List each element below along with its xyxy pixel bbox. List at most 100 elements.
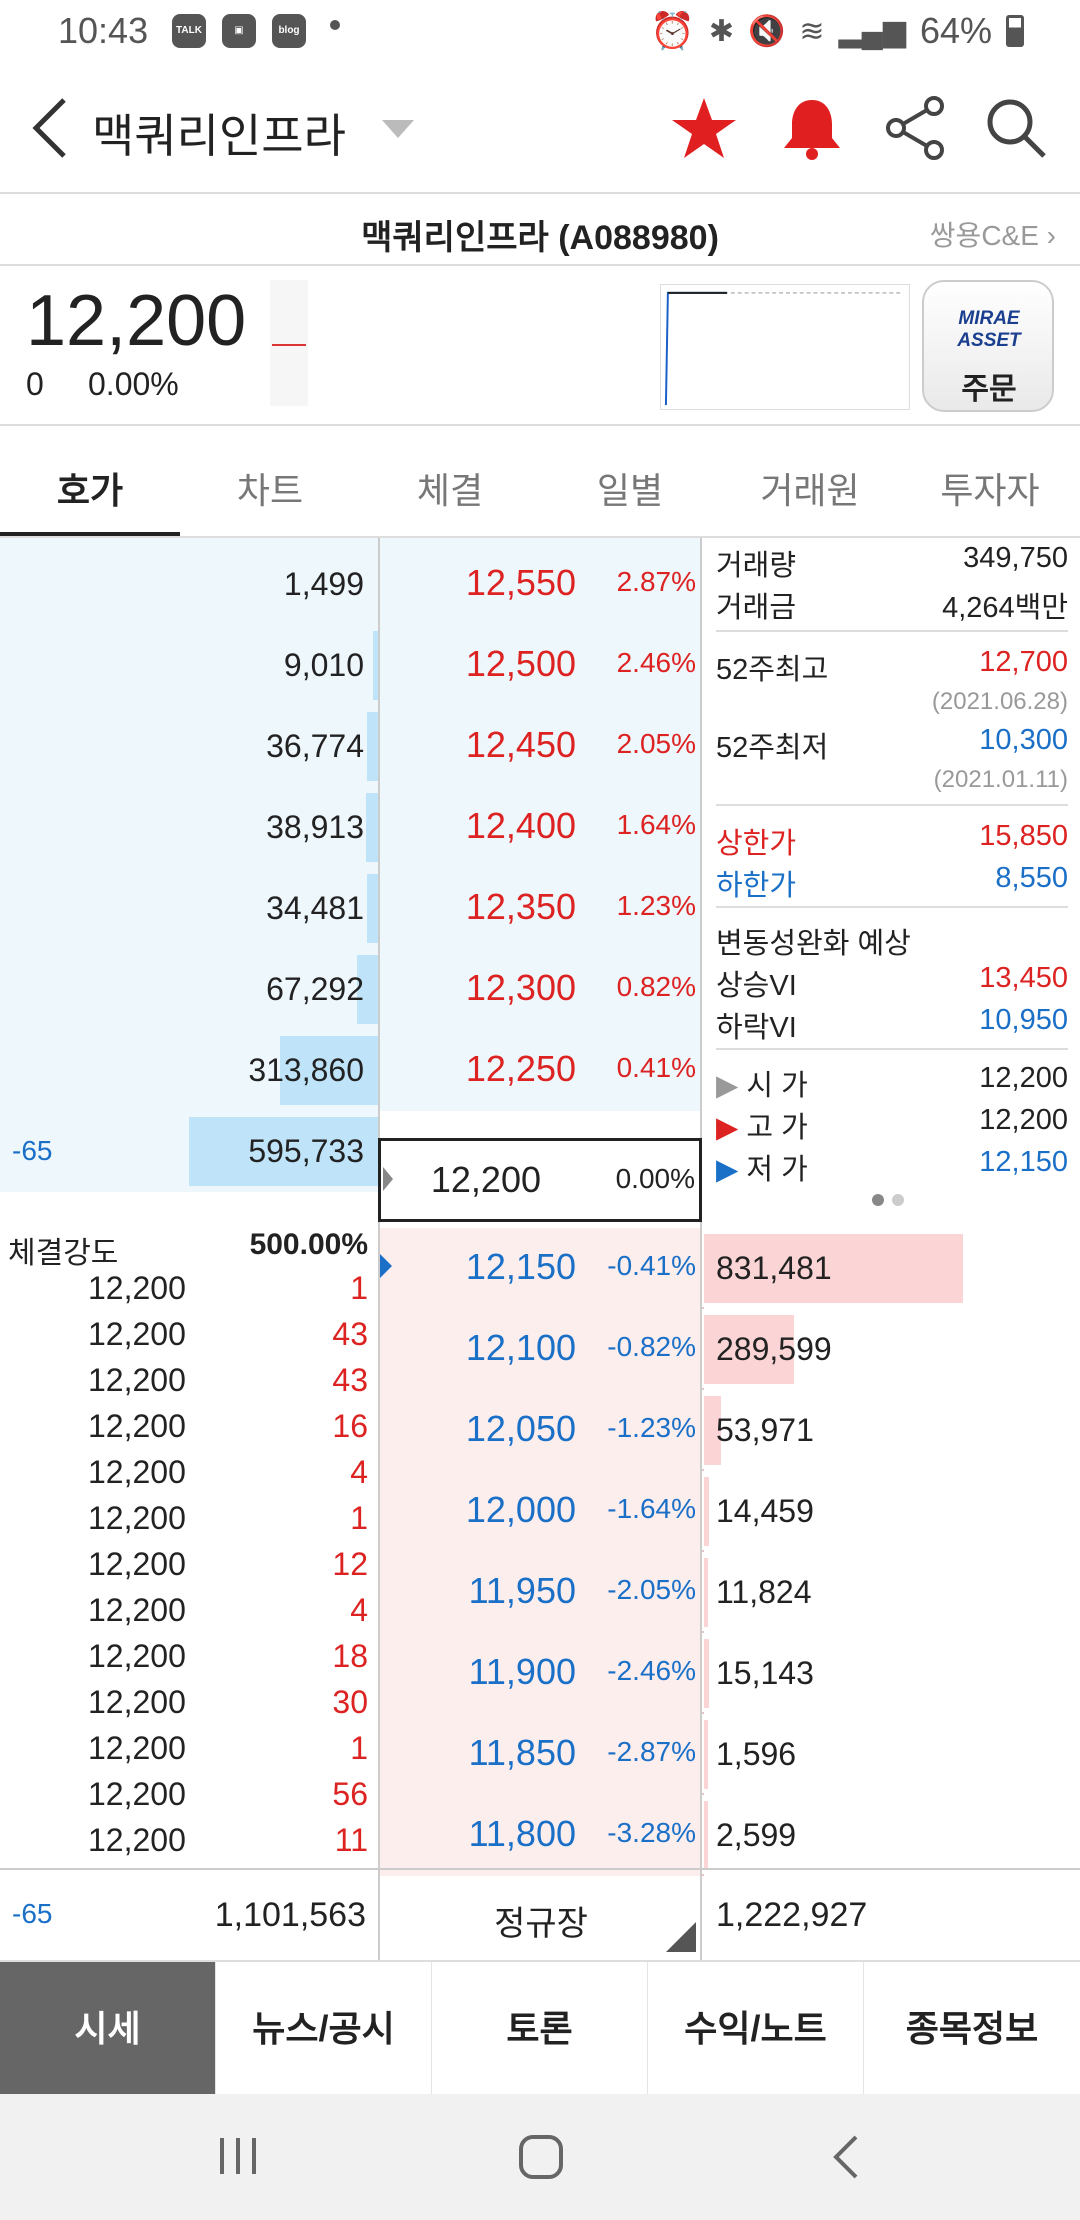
bid-qty-cell: 15,143 [704,1633,1080,1714]
execution-price: 12,200 [88,1546,186,1582]
execution-price: 12,200 [88,1684,186,1720]
bid-row[interactable]: 12,150 -0.41% 831,481 [380,1228,1080,1309]
system-navigation-bar [0,2094,1080,2220]
mini-price-bar [270,280,308,406]
execution-qty: 56 [332,1776,368,1812]
bid-price-cell: 12,100 -0.82% [380,1309,702,1390]
bid-qty-bar [704,1720,708,1789]
execution-row: 12,200 18 [0,1634,378,1680]
session-label[interactable]: 정규장 [380,1896,702,1945]
wifi-icon: ≋ [799,14,825,48]
system-back-icon[interactable] [830,2134,860,2180]
execution-qty: 11 [334,1822,368,1858]
ask-price: 12,350 [465,886,576,927]
tab-chart[interactable]: 차트 [180,462,360,514]
divider [716,630,1068,632]
bid-qty-cell: 831,481 [704,1228,1080,1309]
ask-qty-cell: 313,860 [0,1030,378,1111]
chevron-right-icon: › [1046,220,1056,251]
bid-pct: -0.41% [607,1250,696,1281]
ask-row[interactable]: 38,913 12,400 1.64% [0,787,702,868]
status-time: 10:43 [58,10,149,51]
bid-row[interactable]: 12,100 -0.82% 289,599 [380,1309,1080,1390]
home-icon[interactable] [518,2134,564,2180]
stock-info-panel: 거래량 349,750 거래금 4,264백만 52주최고 12,700 (2021.… [702,538,1080,1218]
current-row-price: 12,200 [430,1159,541,1200]
bid-price: 11,800 [468,1813,576,1854]
talk-notification-icon: TALK [172,14,206,48]
nav-discussion[interactable]: 토론 [432,1962,648,2096]
current-price-row[interactable]: 12,200 0.00% [378,1138,702,1222]
tab-hoga[interactable]: 호가 [0,462,180,514]
execution-price: 12,200 [88,1638,186,1674]
ask-price-cell: 12,450 2.05% [380,706,702,787]
ask-row[interactable]: 36,774 12,450 2.05% [0,706,702,787]
bid-row[interactable]: 11,900 -2.46% 15,143 [380,1633,1080,1714]
related-stock-link[interactable]: 쌍용C&E › [930,214,1056,254]
tab-trades[interactable]: 체결 [360,462,540,514]
tab-daily[interactable]: 일별 [540,462,720,514]
back-icon[interactable] [28,96,72,160]
mute-icon: 🔇 [748,14,786,48]
ask-row[interactable]: 34,481 12,350 1.23% [0,868,702,949]
execution-qty: 43 [332,1316,368,1352]
execution-price: 12,200 [88,1822,186,1858]
nav-quote[interactable]: 시세 [0,1962,216,2096]
lower-limit-row: 하한가 8,550 [716,862,1068,902]
bid-qty: 11,824 [716,1574,812,1610]
dropdown-caret-icon[interactable] [382,120,414,138]
nav-profit-note[interactable]: 수익/노트 [648,1962,864,2096]
nav-stock-info[interactable]: 종목정보 [864,1962,1080,2096]
share-icon[interactable] [882,94,950,162]
execution-qty: 1 [350,1730,368,1766]
order-button[interactable]: MIRAE ASSET 주문 [922,280,1054,412]
order-book[interactable]: 1,499 12,550 2.87% 9,010 12,500 2.46% 36,774 12… [0,538,1080,1960]
bid-row[interactable]: 12,050 -1.23% 53,971 [380,1390,1080,1471]
bid-qty-bar [704,1477,709,1546]
vi-up-row: 상승VI 13,450 [716,962,1068,1002]
bid-row[interactable]: 11,850 -2.87% 1,596 [380,1714,1080,1795]
bid-pct: -2.46% [607,1655,696,1686]
ask-qty: 38,913 [266,809,364,845]
session-corner-icon [666,1922,696,1952]
ask-pct: 2.46% [616,647,696,678]
stock-code-bar: 맥쿼리인프라 (A088980) 쌍용C&E › [0,196,1080,266]
bid-row[interactable]: 11,800 -3.28% 2,599 [380,1795,1080,1876]
bid-row[interactable]: 12,000 -1.64% 14,459 [380,1471,1080,1552]
active-tab-indicator [0,532,180,536]
column-divider [378,538,380,1960]
execution-qty: 4 [350,1592,368,1628]
ask-row[interactable]: 1,499 12,550 2.87% [0,544,702,625]
execution-qty: 16 [332,1408,368,1444]
recent-apps-icon[interactable] [216,2136,260,2176]
ask-row[interactable]: 67,292 12,300 0.82% [0,949,702,1030]
stock-title[interactable]: 맥쿼리인프라 [92,100,346,166]
bid-pct: -1.64% [607,1493,696,1524]
intraday-sparkline[interactable] [660,284,910,410]
amount-row: 거래금 4,264백만 [716,592,1068,624]
bid-qty-bar [704,1639,709,1708]
ask-total: 1,101,563 [214,1896,366,1934]
ask-row[interactable]: 313,860 12,250 0.41% [0,1030,702,1111]
high-row: ▶ 고 가 12,200 [716,1104,1068,1144]
ask-price-cell: 12,250 0.41% [380,1030,702,1111]
ask-qty-cell: -65 595,733 [0,1111,378,1192]
bid-qty-cell: 2,599 [704,1795,1080,1876]
bid-pct: -3.28% [607,1817,696,1848]
ask-row[interactable]: 9,010 12,500 2.46% [0,625,702,706]
ask-price: 12,450 [465,724,576,765]
ask-pct: 0.82% [616,971,696,1002]
search-icon[interactable] [982,94,1050,162]
bid-qty-cell: 1,596 [704,1714,1080,1795]
bell-icon[interactable] [778,94,846,162]
ask-pct: 1.23% [616,890,696,921]
nav-news[interactable]: 뉴스/공시 [216,1962,432,2096]
tab-brokers[interactable]: 거래원 [720,462,900,514]
execution-price: 12,200 [88,1776,186,1812]
execution-qty: 43 [332,1362,368,1398]
bid-row[interactable]: 11,950 -2.05% 11,824 [380,1552,1080,1633]
tab-investors[interactable]: 투자자 [900,462,1080,514]
star-icon[interactable] [670,94,738,162]
open-row: ▶ 시 가 12,200 [716,1062,1068,1102]
ask-price-cell: 12,300 0.82% [380,949,702,1030]
